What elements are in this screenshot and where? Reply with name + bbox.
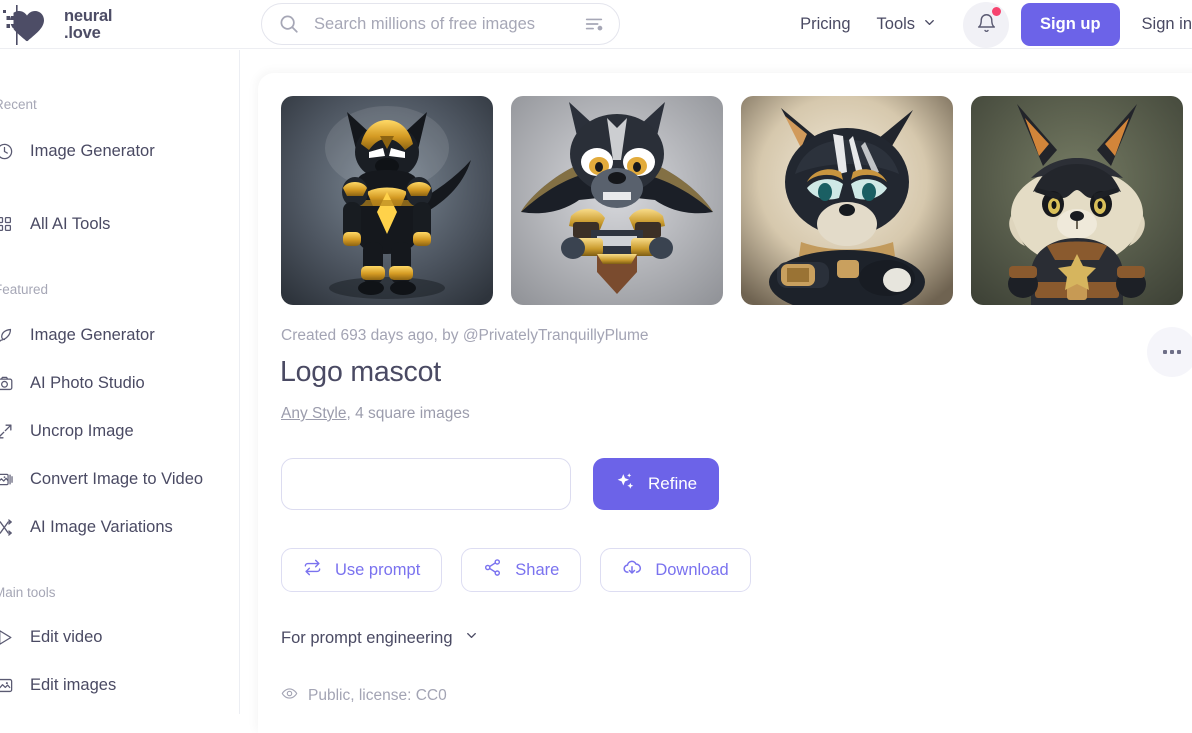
thumbnail-image-4[interactable] xyxy=(971,96,1183,305)
sidebar-group-main-tools-label: Main tools xyxy=(0,585,56,600)
generation-thumbnails xyxy=(281,96,1183,305)
refine-button-label: Refine xyxy=(648,474,698,493)
play-triangle-icon xyxy=(0,627,14,647)
pen-feather-icon xyxy=(0,325,14,345)
clock-icon xyxy=(0,141,14,161)
expand-arrows-icon xyxy=(0,421,14,441)
sidebar-item-edit-images[interactable]: Edit images xyxy=(0,670,239,700)
sidebar-item-convert-image-to-video[interactable]: Convert Image to Video xyxy=(0,464,239,494)
sidebar-item-image-generator[interactable]: Image Generator xyxy=(0,320,239,350)
share-label: Share xyxy=(515,560,560,579)
sign-up-button[interactable]: Sign up xyxy=(1021,3,1120,46)
style-summary: Any Style, 4 square images xyxy=(281,405,470,423)
sidebar-item-edit-video[interactable]: Edit video xyxy=(0,622,239,652)
header-nav: Pricing Tools Sign up Sign in xyxy=(786,0,1192,49)
brand-logo[interactable]: neural .love xyxy=(2,2,113,48)
sparkles-icon xyxy=(615,471,636,497)
brand-name: neural .love xyxy=(64,6,113,42)
sidebar-item-label: AI Image Variations xyxy=(30,517,173,536)
sidebar-item-label: Edit video xyxy=(30,627,103,646)
sign-in-link[interactable]: Sign in xyxy=(1120,15,1192,34)
sidebar-item-label: All AI Tools xyxy=(30,214,111,233)
more-options-button[interactable] xyxy=(1147,327,1192,377)
thumbnail-image-3[interactable] xyxy=(741,96,953,305)
nav-tools[interactable]: Tools xyxy=(865,15,950,35)
refine-row: Refine xyxy=(281,458,720,510)
repeat-arrows-icon xyxy=(303,558,322,582)
sidebar-item-all-ai-tools[interactable]: All AI Tools xyxy=(0,209,239,239)
license-info: Public, license: CC0 xyxy=(281,685,447,707)
left-sidebar: Recent Image Generator All AI Tools Feat… xyxy=(0,50,240,714)
notification-bell-icon xyxy=(976,13,997,37)
style-summary-rest: , 4 square images xyxy=(346,405,470,422)
notification-badge xyxy=(992,6,1002,16)
sidebar-item-label: Edit images xyxy=(30,675,117,694)
download-button[interactable]: Download xyxy=(600,548,751,592)
three-dots-icon xyxy=(1163,350,1181,354)
sidebar-item-uncrop-image[interactable]: Uncrop Image xyxy=(0,416,239,446)
share-button[interactable]: Share xyxy=(461,548,582,592)
sidebar-item-label: Image Generator xyxy=(30,141,155,160)
use-prompt-button[interactable]: Use prompt xyxy=(281,548,443,592)
search-icon xyxy=(278,13,300,35)
sidebar-item-label: Uncrop Image xyxy=(30,421,134,440)
sidebar-item-ai-image-variations[interactable]: AI Image Variations xyxy=(0,512,239,542)
notifications-button[interactable] xyxy=(963,1,1010,48)
eye-icon xyxy=(281,685,298,707)
download-label: Download xyxy=(655,560,729,579)
image-to-video-icon xyxy=(0,469,14,489)
prompt-engineering-label: For prompt engineering xyxy=(281,628,453,647)
style-link[interactable]: Any Style xyxy=(281,405,346,422)
license-label: Public, license: CC0 xyxy=(308,687,447,704)
heart-glitch-logo-icon xyxy=(2,2,56,48)
prompt-engineering-toggle[interactable]: For prompt engineering xyxy=(281,628,479,648)
sidebar-item-label: Image Generator xyxy=(30,325,155,344)
sidebar-item-ai-photo-studio[interactable]: AI Photo Studio xyxy=(0,368,239,398)
search-bar[interactable] xyxy=(261,3,620,45)
search-input[interactable] xyxy=(312,13,583,35)
nav-tools-label: Tools xyxy=(876,15,916,33)
main-content-card: Created 693 days ago, by @PrivatelyTranq… xyxy=(258,73,1192,733)
creation-meta: Created 693 days ago, by @PrivatelyTranq… xyxy=(281,327,649,344)
image-icon xyxy=(0,675,14,695)
top-header: neural.love Pricing Tools xyxy=(0,0,1192,49)
sidebar-group-featured-label: Featured xyxy=(0,282,49,297)
sidebar-item-label: AI Photo Studio xyxy=(30,373,145,392)
thumbnail-image-2[interactable] xyxy=(511,96,723,305)
grid-apps-icon xyxy=(0,214,14,234)
use-prompt-label: Use prompt xyxy=(335,560,421,579)
nav-pricing[interactable]: Pricing xyxy=(786,15,864,34)
filter-settings-icon[interactable] xyxy=(583,13,605,35)
sidebar-item-recent-image-generator[interactable]: Image Generator xyxy=(0,136,239,166)
camera-icon xyxy=(0,373,14,393)
refine-input[interactable] xyxy=(281,458,571,510)
shuffle-icon xyxy=(0,517,14,537)
thumbnail-image-1[interactable] xyxy=(281,96,493,305)
chevron-down-icon xyxy=(464,628,479,648)
refine-button[interactable]: Refine xyxy=(593,458,720,510)
sidebar-group-recent-label: Recent xyxy=(0,97,37,112)
chevron-down-icon xyxy=(922,15,937,35)
action-buttons: Use prompt Share Download xyxy=(281,548,751,592)
cloud-download-icon xyxy=(622,558,642,583)
page-title: Logo mascot xyxy=(280,356,441,388)
share-nodes-icon xyxy=(483,558,502,582)
sidebar-item-label: Convert Image to Video xyxy=(30,469,204,488)
